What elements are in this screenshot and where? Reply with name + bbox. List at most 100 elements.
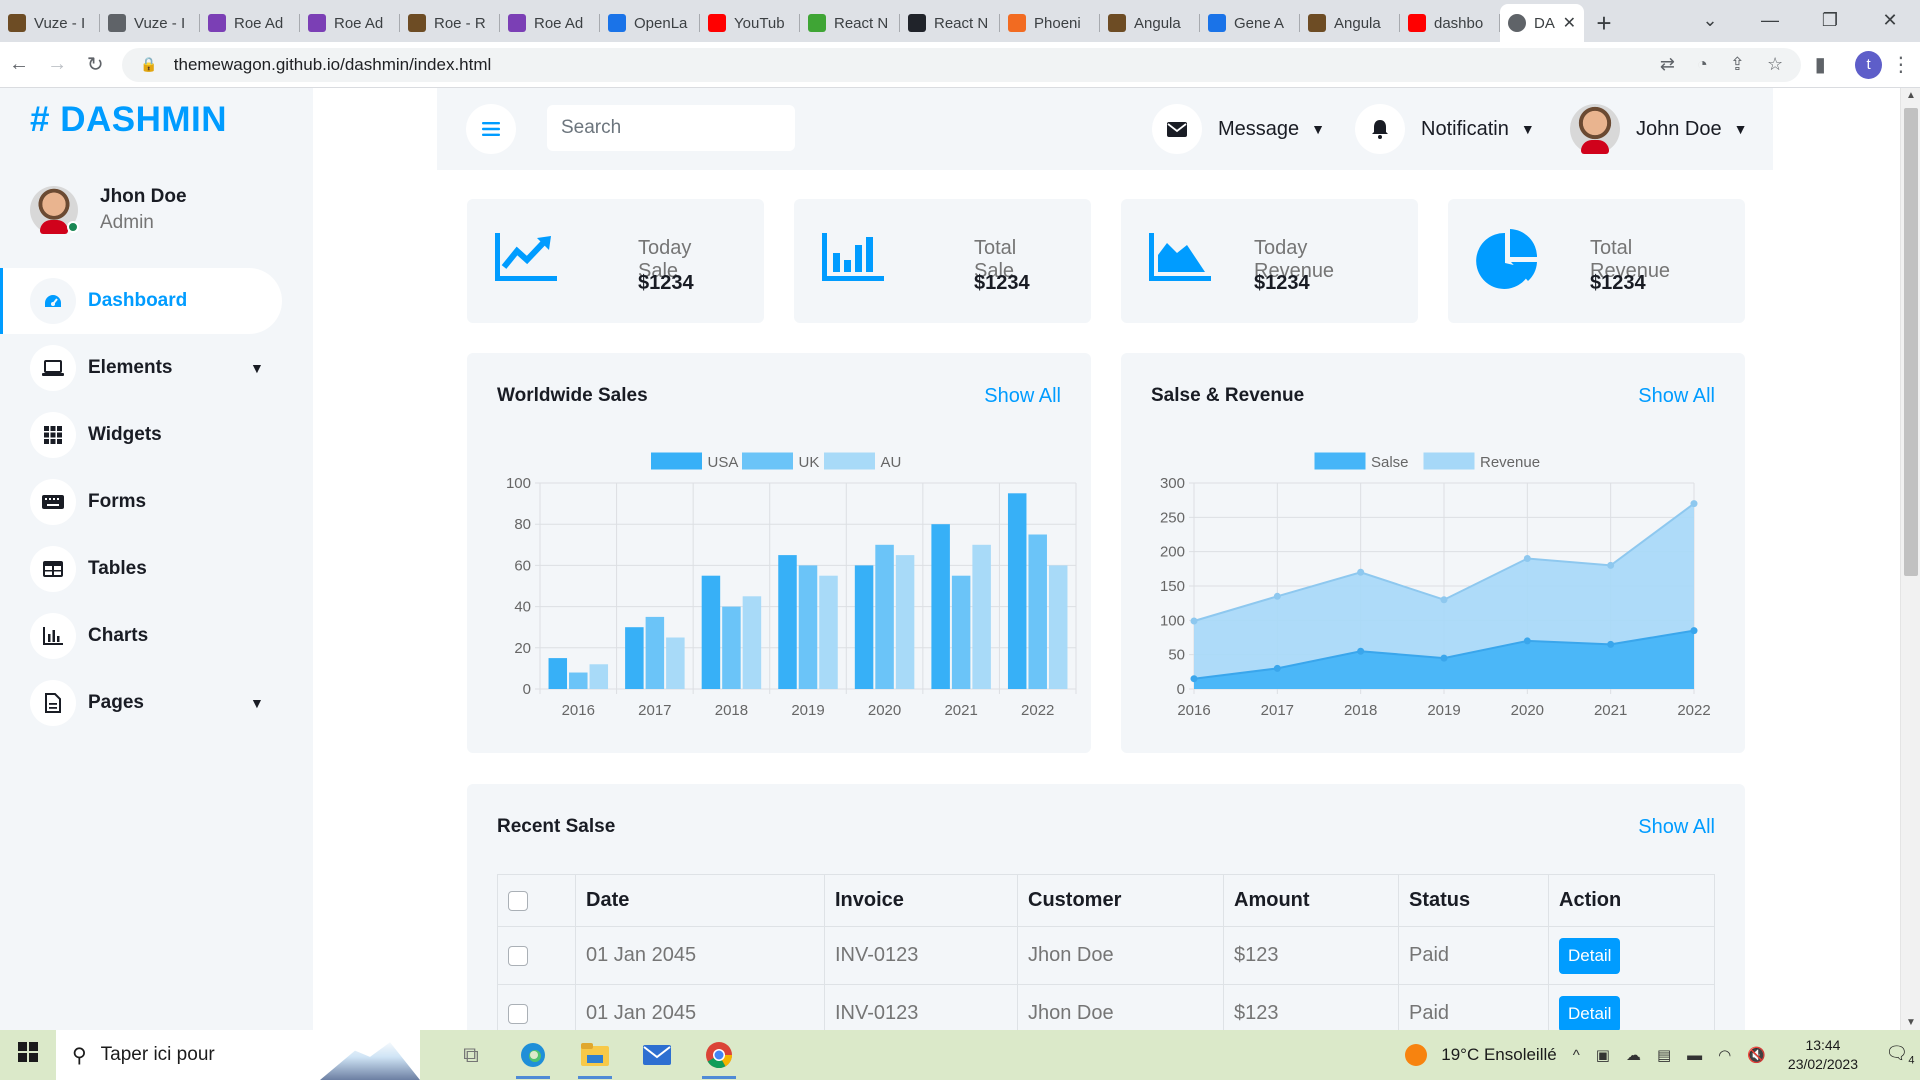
sidebar-item-elements[interactable]: Elements ▼: [0, 335, 313, 401]
scroll-down-icon[interactable]: ▼: [1901, 1017, 1920, 1028]
sidebar-toggle-button[interactable]: [466, 104, 516, 154]
browser-tab[interactable]: Phoeni: [1000, 4, 1100, 42]
battery-icon[interactable]: ▬: [1687, 1047, 1702, 1064]
back-icon[interactable]: ←: [0, 53, 38, 76]
performance-icon[interactable]: ◔: [1697, 54, 1708, 75]
x-tick-label: 2016: [1177, 702, 1210, 719]
legend-label: Salse: [1371, 454, 1409, 471]
detail-button[interactable]: Detail: [1559, 995, 1621, 1030]
browser-tab[interactable]: dashbo: [1400, 4, 1500, 42]
chrome-icon[interactable]: [688, 1030, 750, 1080]
profile-avatar[interactable]: t: [1855, 50, 1882, 79]
windows-start-icon[interactable]: [0, 1042, 56, 1068]
user-dropdown[interactable]: John Doe ▼: [1570, 104, 1747, 154]
notification-dropdown[interactable]: Notificatin ▼: [1355, 104, 1535, 154]
show-all-link[interactable]: Show All: [1638, 385, 1715, 408]
taskbar-search[interactable]: ⚲ Taper ici pour: [56, 1030, 420, 1080]
browser-tab[interactable]: React N: [800, 4, 900, 42]
sidepanel-icon[interactable]: ▮: [1801, 52, 1839, 77]
row-checkbox[interactable]: [508, 945, 528, 966]
tab-search-icon[interactable]: ⌄: [1680, 10, 1740, 31]
column-header[interactable]: Date: [575, 874, 825, 927]
wifi-icon[interactable]: ◠: [1718, 1046, 1731, 1064]
browser-tab[interactable]: Roe Ad: [300, 4, 400, 42]
scrollbar-thumb[interactable]: [1904, 108, 1918, 576]
area-chart-icon: [1149, 233, 1211, 281]
minimize-icon[interactable]: —: [1740, 10, 1800, 31]
select-all-checkbox[interactable]: [508, 890, 528, 911]
new-tab-button[interactable]: +: [1584, 4, 1624, 42]
weather-text[interactable]: 19°C Ensoleillé: [1441, 1045, 1556, 1065]
browser-tab[interactable]: Vuze - I: [0, 4, 100, 42]
sidebar-item-dashboard[interactable]: Dashboard: [0, 268, 282, 334]
sidebar-item-tables[interactable]: Tables: [0, 536, 313, 602]
search-input[interactable]: [547, 105, 795, 151]
keyboard-icon: [30, 479, 76, 525]
browser-tab[interactable]: Roe - R: [400, 4, 500, 42]
detail-button[interactable]: Detail: [1559, 937, 1621, 974]
onedrive-icon[interactable]: ☁: [1626, 1046, 1641, 1064]
column-header[interactable]: Invoice: [824, 874, 1018, 927]
reload-icon[interactable]: ↻: [76, 52, 114, 77]
display-icon[interactable]: ▤: [1657, 1046, 1671, 1064]
meet-icon[interactable]: ▣: [1596, 1046, 1610, 1064]
browser-tab[interactable]: React N: [900, 4, 1000, 42]
file-explorer-icon[interactable]: [564, 1030, 626, 1080]
share-icon[interactable]: ⇪: [1730, 54, 1745, 75]
volume-muted-icon[interactable]: 🔇: [1747, 1046, 1766, 1064]
column-header[interactable]: Action: [1548, 874, 1715, 927]
brand-logo[interactable]: # DASHMIN: [30, 100, 227, 140]
close-tab-icon[interactable]: ✕: [1563, 13, 1576, 33]
column-header[interactable]: Customer: [1017, 874, 1224, 927]
column-header[interactable]: Amount: [1223, 874, 1399, 927]
laptop-icon: [30, 345, 76, 391]
bookmark-star-icon[interactable]: ☆: [1767, 54, 1783, 75]
restore-icon[interactable]: ❐: [1800, 10, 1860, 31]
page-scrollbar[interactable]: ▲ ▼: [1900, 88, 1920, 1030]
browser-tab[interactable]: Roe Ad: [200, 4, 300, 42]
row-checkbox[interactable]: [508, 1003, 528, 1024]
show-all-link[interactable]: Show All: [984, 385, 1061, 408]
sidebar-item-charts[interactable]: Charts: [0, 603, 313, 669]
task-view-icon[interactable]: ⧉: [440, 1030, 502, 1080]
browser-tab[interactable]: YouTub: [700, 4, 800, 42]
sidebar-user-role: Admin: [100, 212, 154, 233]
browser-tab[interactable]: Angula: [1300, 4, 1400, 42]
sidebar-item-forms[interactable]: Forms: [0, 469, 313, 535]
tab-favicon-icon: [808, 14, 826, 32]
browser-tab[interactable]: Gene A: [1200, 4, 1300, 42]
chevron-up-icon[interactable]: ^: [1573, 1047, 1580, 1064]
sidebar-item-pages[interactable]: Pages ▼: [0, 670, 313, 736]
sidebar-item-widgets[interactable]: Widgets: [0, 402, 313, 468]
close-window-icon[interactable]: ✕: [1860, 10, 1920, 31]
forward-icon[interactable]: →: [38, 53, 76, 76]
edge-icon[interactable]: [502, 1030, 564, 1080]
browser-tab[interactable]: Vuze - I: [100, 4, 200, 42]
column-header[interactable]: Status: [1398, 874, 1549, 927]
table-header-row: Date Invoice Customer Amount Status Acti…: [497, 874, 1715, 927]
browser-tab-active[interactable]: DA ✕: [1500, 4, 1584, 42]
url-bar[interactable]: 🔒 themewagon.github.io/dashmin/index.htm…: [122, 47, 1802, 82]
scroll-up-icon[interactable]: ▲: [1901, 90, 1920, 101]
x-tick-label: 2017: [638, 702, 671, 719]
recent-sales-panel: Recent Salse Show All Date Invoice Custo…: [467, 784, 1745, 1030]
tab-favicon-icon: [308, 14, 326, 32]
browser-tab[interactable]: OpenLa: [600, 4, 700, 42]
notification-center-icon[interactable]: 🗨4: [1880, 1043, 1920, 1067]
mail-icon[interactable]: [626, 1030, 688, 1080]
chevron-down-icon[interactable]: ▼: [250, 360, 264, 376]
legend-swatch: [1314, 452, 1366, 470]
status-cell: Paid: [1398, 984, 1549, 1030]
browser-tab[interactable]: Roe Ad: [500, 4, 600, 42]
menu-kebab-icon[interactable]: ⋮: [1882, 52, 1920, 77]
clock[interactable]: 13:44 23/02/2023: [1788, 1036, 1858, 1074]
legend-label: AU: [881, 454, 902, 471]
translate-icon[interactable]: ⇄: [1660, 54, 1675, 75]
browser-tab[interactable]: Angula: [1100, 4, 1200, 42]
legend-label: USA: [708, 454, 739, 471]
bar-usa: [931, 524, 950, 689]
chevron-down-icon[interactable]: ▼: [250, 695, 264, 711]
message-dropdown[interactable]: Message ▼: [1152, 104, 1325, 154]
point-salse: [1440, 654, 1448, 662]
show-all-link[interactable]: Show All: [1638, 816, 1715, 839]
